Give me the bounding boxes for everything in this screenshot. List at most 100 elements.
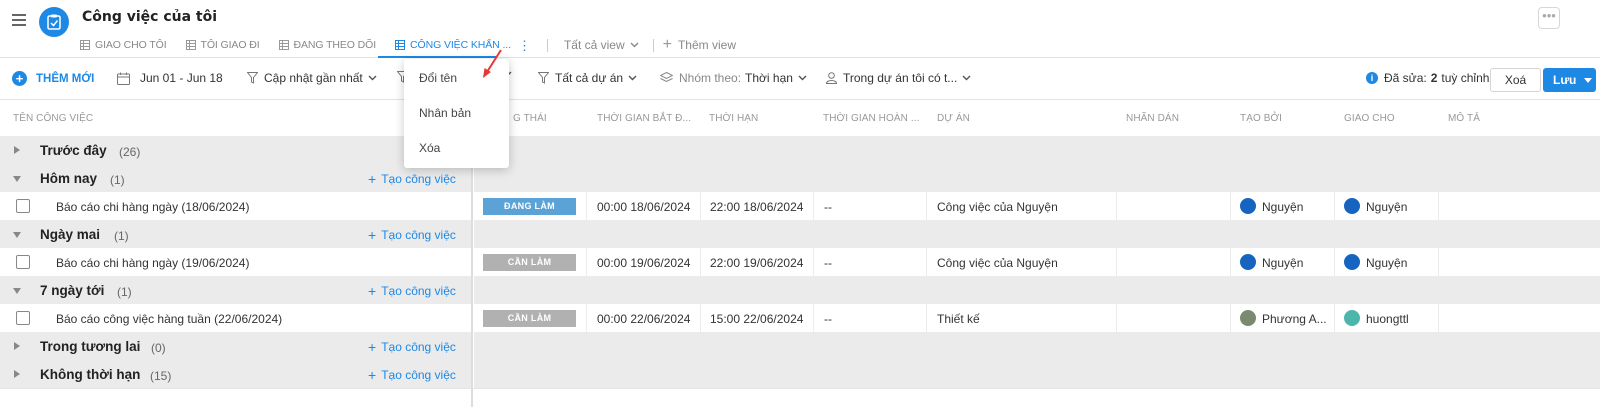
table-row[interactable]: Báo cáo chi hàng ngày (18/06/2024) ĐANG … bbox=[0, 192, 1600, 220]
caret-right-icon[interactable] bbox=[14, 370, 20, 378]
caret-down-icon[interactable] bbox=[13, 232, 21, 238]
group-title: Trước đây bbox=[40, 143, 107, 158]
create-task-link[interactable]: + Tạo công việc bbox=[368, 228, 456, 242]
chevron-down-icon bbox=[962, 75, 971, 81]
column-header-project[interactable]: DỰ ÁN bbox=[937, 113, 970, 124]
table-row[interactable]: Báo cáo chi hàng ngày (19/06/2024) CẦN L… bbox=[0, 248, 1600, 276]
group-row[interactable]: Trong tương lai (0) + Tạo công việc bbox=[0, 332, 1600, 360]
group-row[interactable]: Trước đây (26) bbox=[0, 136, 1600, 164]
column-header-name[interactable]: TÊN CÔNG VIỆC bbox=[13, 113, 93, 124]
all-views-dropdown[interactable]: Tất cả view bbox=[564, 38, 639, 52]
status-badge[interactable]: CẦN LÀM bbox=[483, 310, 576, 327]
task-name[interactable]: Báo cáo chi hàng ngày (19/06/2024) bbox=[56, 256, 249, 270]
column-divider bbox=[813, 192, 814, 332]
created-by: Nguyện bbox=[1262, 256, 1304, 270]
page-title: Công việc của tôi bbox=[82, 9, 218, 25]
row-checkbox[interactable] bbox=[16, 255, 30, 269]
group-row[interactable]: Ngày mai (1) + Tạo công việc bbox=[0, 220, 1600, 248]
create-task-link[interactable]: + Tạo công việc bbox=[368, 284, 456, 298]
menu-icon[interactable] bbox=[12, 14, 26, 26]
group-title: Không thời hạn bbox=[40, 367, 141, 382]
project-name: Công việc của Nguyện bbox=[937, 200, 1058, 214]
task-name[interactable]: Báo cáo chi hàng ngày (18/06/2024) bbox=[56, 200, 249, 214]
column-header-assignee[interactable]: GIAO CHO bbox=[1344, 113, 1395, 124]
column-header-status[interactable]: G THÁI bbox=[513, 113, 547, 124]
tab-following[interactable]: ĐANG THEO DÕI bbox=[278, 39, 377, 51]
add-view-button[interactable]: + Thêm view bbox=[662, 36, 736, 53]
add-view-label: Thêm view bbox=[677, 38, 736, 52]
discard-button[interactable]: Xoá bbox=[1490, 68, 1541, 92]
row-checkbox[interactable] bbox=[16, 199, 30, 213]
edited-suffix: tuỳ chỉnh bbox=[1441, 71, 1490, 85]
project-filter-dropdown[interactable]: Tất cả dự án bbox=[538, 71, 637, 85]
page-header: Công việc của tôi GIAO CHO TÔI TÔI GIAO … bbox=[0, 0, 1600, 58]
project-filter-label: Tất cả dự án bbox=[555, 71, 624, 85]
plus-icon: + bbox=[368, 367, 377, 383]
group-count: (15) bbox=[150, 369, 172, 383]
tab-label: TÔI GIAO ĐI bbox=[200, 39, 260, 51]
caret-down-icon[interactable] bbox=[13, 288, 21, 294]
caret-right-icon[interactable] bbox=[14, 342, 20, 350]
menu-item-delete[interactable]: Xóa bbox=[419, 141, 440, 155]
column-header-created-by[interactable]: TẠO BỞI bbox=[1240, 113, 1282, 124]
completed-time: -- bbox=[824, 312, 832, 326]
group-count: (1) bbox=[110, 173, 125, 187]
assignee: Nguyện bbox=[1366, 256, 1408, 270]
view-tabs: GIAO CHO TÔI TÔI GIAO ĐI ĐANG THEO DÕI C… bbox=[80, 36, 750, 54]
group-by-dropdown[interactable]: Nhóm theo: Thời hạn bbox=[660, 71, 807, 85]
plus-icon: + bbox=[662, 36, 672, 53]
tab-assigned-to-me[interactable]: GIAO CHO TÔI bbox=[80, 39, 167, 51]
create-task-label: Tạo công việc bbox=[381, 368, 456, 382]
column-divider bbox=[1334, 192, 1335, 332]
table-row[interactable]: Báo cáo công việc hàng tuần (22/06/2024)… bbox=[0, 304, 1600, 332]
tab-label: ĐANG THEO DÕI bbox=[293, 39, 377, 51]
avatar bbox=[1344, 198, 1360, 214]
add-new-button[interactable]: + THÊM MỚI bbox=[12, 71, 94, 86]
group-row[interactable]: 7 ngày tới (1) + Tạo công việc bbox=[0, 276, 1600, 304]
group-row[interactable]: Hôm nay (1) + Tạo công việc bbox=[0, 164, 1600, 192]
group-by-value: Thời hạn bbox=[745, 71, 793, 85]
group-row[interactable]: Không thời hạn (15) + Tạo công việc bbox=[0, 360, 1600, 388]
plus-icon: + bbox=[368, 339, 377, 355]
row-checkbox[interactable] bbox=[16, 311, 30, 325]
all-views-label: Tất cả view bbox=[563, 38, 625, 52]
sort-dropdown[interactable]: Cập nhật gần nhất bbox=[247, 71, 377, 85]
create-task-link[interactable]: + Tạo công việc bbox=[368, 172, 456, 186]
menu-item-rename[interactable]: Đổi tên bbox=[419, 71, 457, 85]
edited-status: i Đã sửa: 2 tuỳ chỉnh bbox=[1366, 71, 1489, 85]
task-name[interactable]: Báo cáo công việc hàng tuần (22/06/2024) bbox=[56, 312, 282, 326]
scope-dropdown[interactable]: Trong dự án tôi có t... bbox=[826, 71, 971, 85]
scope-label: Trong dự án tôi có t... bbox=[843, 71, 958, 85]
column-header-description[interactable]: MÔ TẢ bbox=[1448, 113, 1480, 124]
column-header-due[interactable]: THỜI HẠN bbox=[709, 113, 758, 124]
create-task-label: Tạo công việc bbox=[381, 284, 456, 298]
caret-right-icon[interactable] bbox=[14, 146, 20, 154]
caret-down-icon[interactable] bbox=[13, 176, 21, 182]
table-icon bbox=[395, 40, 406, 50]
table-icon bbox=[185, 40, 196, 50]
assignee: huongttl bbox=[1366, 312, 1409, 326]
column-header-labels[interactable]: NHÃN DÁN bbox=[1126, 113, 1179, 124]
create-task-link[interactable]: + Tạo công việc bbox=[368, 368, 456, 382]
chevron-down-icon bbox=[798, 75, 807, 81]
group-title: Ngày mai bbox=[40, 227, 101, 242]
layers-icon bbox=[660, 72, 673, 84]
create-task-label: Tạo công việc bbox=[381, 172, 456, 186]
status-badge[interactable]: ĐANG LÀM bbox=[483, 198, 576, 215]
tab-options-icon[interactable]: ⋮ bbox=[518, 39, 531, 52]
group-row-bg bbox=[474, 220, 1600, 248]
column-header-completed[interactable]: THỜI GIAN HOÀN ... bbox=[823, 113, 920, 124]
column-header-start-time[interactable]: THỜI GIAN BẮT Đ... bbox=[597, 113, 691, 124]
create-task-link[interactable]: + Tạo công việc bbox=[368, 340, 456, 354]
completed-time: -- bbox=[824, 200, 832, 214]
group-count: (0) bbox=[151, 341, 166, 355]
date-range-picker[interactable]: Jun 01 - Jun 18 bbox=[117, 71, 223, 85]
status-badge[interactable]: CẦN LÀM bbox=[483, 254, 576, 271]
more-options-button[interactable]: ••• bbox=[1538, 7, 1560, 29]
tab-assigned-by-me[interactable]: TÔI GIAO ĐI bbox=[185, 39, 260, 51]
date-range-label: Jun 01 - Jun 18 bbox=[140, 71, 223, 85]
menu-item-duplicate[interactable]: Nhân bản bbox=[419, 106, 471, 120]
created-by: Nguyện bbox=[1262, 200, 1304, 214]
table-icon bbox=[80, 40, 90, 50]
save-button[interactable]: Lưu bbox=[1543, 68, 1596, 92]
